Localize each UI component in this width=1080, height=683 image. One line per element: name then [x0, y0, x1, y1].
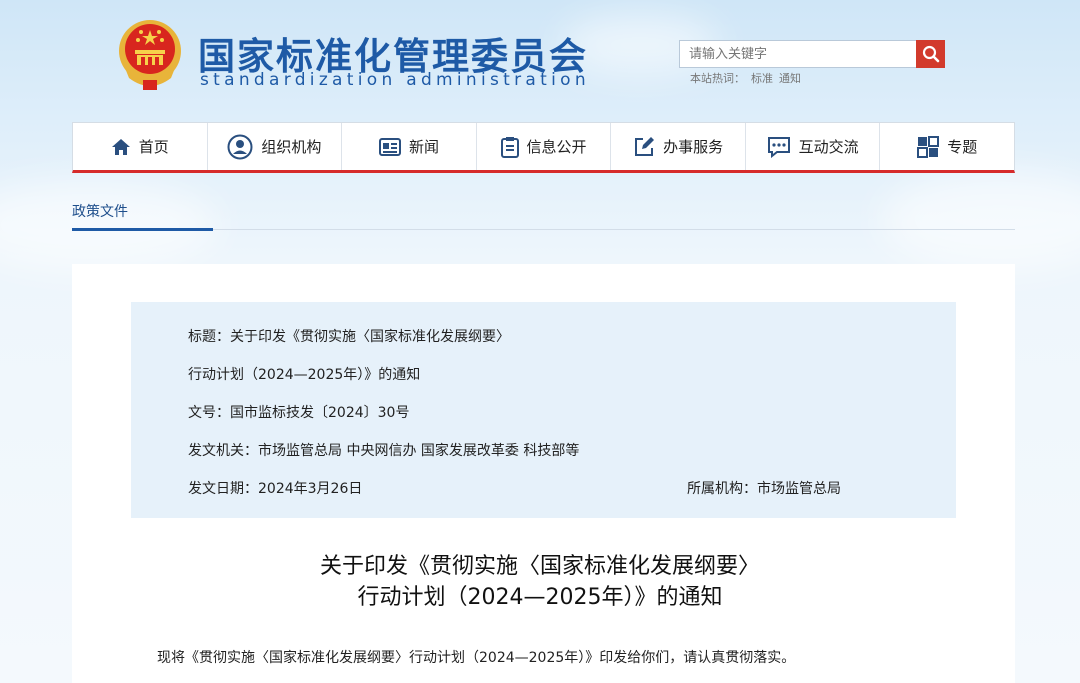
- nav-item-home[interactable]: 首页: [73, 123, 208, 170]
- document-title-line2: 行动计划（2024—2025年）》的通知: [357, 585, 723, 610]
- meta-title-value: 关于印发《贯彻实施〈国家标准化发展纲要〉: [230, 329, 510, 345]
- national-emblem-logo: [117, 18, 183, 92]
- meta-issuer-label: 发文机关：: [188, 443, 258, 459]
- document-body-text: 现将《贯彻实施〈国家标准化发展纲要〉行动计划（2024—2025年）》印发给你们…: [157, 650, 796, 666]
- nav-item-info-disclosure[interactable]: 信息公开: [477, 123, 612, 170]
- meta-title-row: 标题：关于印发《贯彻实施〈国家标准化发展纲要〉: [188, 326, 510, 346]
- edit-icon: [635, 136, 655, 156]
- puzzle-icon: [917, 135, 940, 158]
- breadcrumb-active-indicator: [72, 228, 213, 231]
- meta-docno-label: 文号：: [188, 405, 230, 421]
- nav-item-label: 专题: [947, 138, 978, 156]
- document-title-line1: 关于印发《贯彻实施〈国家标准化发展纲要〉: [319, 554, 760, 579]
- meta-date-label: 发文日期：: [188, 481, 258, 497]
- search-icon: [922, 45, 939, 63]
- cloud-decoration: [0, 180, 220, 270]
- main-nav: 首页 组织机构 新闻 信息公开 办事服务 互动交流 专题: [72, 122, 1015, 173]
- chat-icon: [767, 136, 790, 158]
- document-meta-box: 标题：关于印发《贯彻实施〈国家标准化发展纲要〉 行动计划（2024—2025年）…: [131, 302, 956, 518]
- meta-docno-row: 文号：国市监标技发〔2024〕30号: [188, 402, 409, 422]
- breadcrumb-divider: [72, 229, 1015, 230]
- nav-item-topics[interactable]: 专题: [880, 123, 1014, 170]
- breadcrumb-tab[interactable]: 政策文件: [72, 201, 128, 221]
- user-circle-icon: [227, 134, 253, 159]
- meta-docno-value: 国市监标技发〔2024〕30号: [230, 405, 410, 421]
- hot-words-label: 本站热词：: [690, 72, 745, 85]
- hot-words: 本站热词： 标准 通知: [690, 70, 807, 86]
- home-icon: [111, 138, 130, 155]
- nav-item-news[interactable]: 新闻: [342, 123, 477, 170]
- meta-org-label: 所属机构：: [687, 481, 757, 497]
- cloud-decoration: [880, 170, 1080, 270]
- nav-item-label: 信息公开: [526, 138, 587, 156]
- clipboard-icon: [500, 136, 519, 158]
- nav-item-label: 首页: [138, 138, 169, 156]
- meta-title-label: 标题：: [188, 329, 230, 345]
- meta-title-row-2: 行动计划（2024—2025年）》的通知: [188, 364, 420, 384]
- meta-org-row: 所属机构：市场监管总局: [687, 478, 841, 498]
- meta-date-value: 2024年3月26日: [258, 481, 363, 497]
- meta-org-value: 市场监管总局: [757, 481, 841, 497]
- search-button[interactable]: [916, 40, 945, 68]
- meta-issuer-row: 发文机关：市场监管总局 中央网信办 国家发展改革委 科技部等: [188, 440, 579, 460]
- nav-item-label: 组织机构: [261, 138, 322, 156]
- meta-title-value-2: 行动计划（2024—2025年）》的通知: [188, 367, 421, 383]
- newspaper-icon: [378, 137, 401, 156]
- meta-issuer-value: 市场监管总局 中央网信办 国家发展改革委 科技部等: [258, 443, 580, 459]
- hot-word-link[interactable]: 通知: [779, 72, 801, 85]
- search-input[interactable]: [679, 40, 917, 68]
- meta-date-row: 发文日期：2024年3月26日: [188, 478, 362, 498]
- nav-item-interaction[interactable]: 互动交流: [746, 123, 881, 170]
- site-subtitle: standardization administration: [200, 70, 590, 90]
- nav-item-label: 新闻: [408, 138, 439, 156]
- nav-item-label: 办事服务: [663, 138, 724, 156]
- nav-item-services[interactable]: 办事服务: [611, 123, 746, 170]
- hot-word-link[interactable]: 标准: [751, 72, 773, 85]
- nav-item-label: 互动交流: [798, 138, 859, 156]
- nav-item-organization[interactable]: 组织机构: [208, 123, 343, 170]
